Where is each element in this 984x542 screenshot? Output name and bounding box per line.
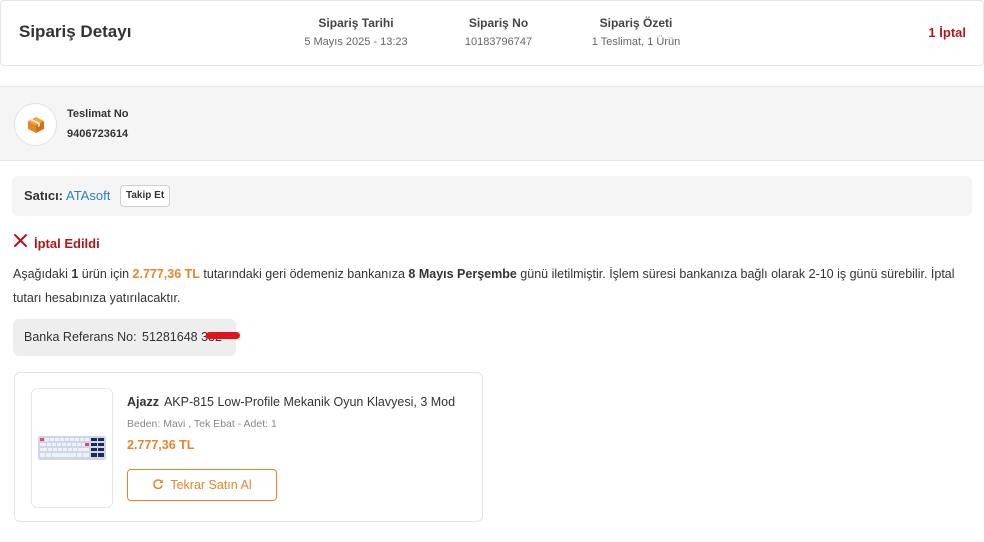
- product-variant: Beden: Mavi , Tek Ebat - Adet: 1: [127, 418, 277, 430]
- product-price: 2.777,36 TL: [127, 438, 195, 452]
- refund-date: 8 Mayıs Perşembe: [408, 267, 517, 281]
- close-x-icon: [13, 233, 28, 253]
- refund-text-part: tutarındaki geri ödemeniz bankanıza: [199, 267, 409, 281]
- buy-again-label: Tekrar Satın Al: [170, 478, 252, 492]
- bank-reference: Banka Referans No: 51281648 332: [13, 319, 240, 356]
- delivery-no-value: 9406723614: [67, 128, 129, 140]
- redaction-mark: [206, 332, 240, 339]
- order-number: Sipariş No 10183796747: [451, 16, 546, 48]
- order-date-label: Sipariş Tarihi: [318, 16, 394, 30]
- cancel-status: İptal Edildi: [13, 233, 100, 253]
- refund-text-part: ürün için: [78, 267, 133, 281]
- bank-ref-label: Banka Referans No:: [24, 330, 137, 344]
- follow-seller-button[interactable]: Takip Et: [120, 185, 171, 207]
- order-number-label: Sipariş No: [468, 16, 529, 30]
- product-brand: Ajazz: [127, 395, 159, 409]
- seller-label: Satıcı:: [24, 188, 64, 203]
- order-date: Sipariş Tarihi 5 Mayıs 2025 - 13:23: [291, 16, 421, 48]
- order-number-value: 10183796747: [464, 36, 533, 48]
- seller-bar: Satıcı: ATAsoft Takip Et: [12, 176, 972, 216]
- seller-name-link[interactable]: ATAsoft: [66, 188, 110, 203]
- buy-again-button[interactable]: Tekrar Satın Al: [127, 469, 277, 501]
- order-summary-value: 1 Teslimat, 1 Ürün: [591, 36, 681, 48]
- cancel-count-link[interactable]: 1 İptal: [928, 25, 966, 40]
- order-summary: Sipariş Özeti 1 Teslimat, 1 Ürün: [576, 16, 696, 48]
- keyboard-image: [38, 436, 106, 460]
- refresh-icon: [152, 478, 164, 493]
- product-title[interactable]: Ajazz AKP-815 Low-Profile Mekanik Oyun Kl…: [127, 395, 472, 409]
- delivery-no-label: Teslimat No: [67, 108, 129, 120]
- status-text: İptal Edildi: [34, 235, 100, 251]
- product-card: Ajazz AKP-815 Low-Profile Mekanik Oyun Kl…: [14, 372, 483, 522]
- product-name: AKP-815 Low-Profile Mekanik Oyun Klavyes…: [163, 395, 456, 409]
- order-date-value: 5 Mayıs 2025 - 13:23: [304, 36, 408, 48]
- package-box-icon: [14, 103, 57, 146]
- delivery-section: Teslimat No 9406723614: [0, 86, 984, 161]
- order-header: Sipariş Detayı Sipariş Tarihi 5 Mayıs 20…: [0, 0, 984, 66]
- refund-amount: 2.777,36 TL: [132, 267, 200, 281]
- page-title: Sipariş Detayı: [19, 22, 132, 41]
- refund-info-text: Aşağıdaki 1 ürün için 2.777,36 TL tutarı…: [13, 262, 973, 310]
- order-summary-label: Sipariş Özeti: [599, 16, 673, 30]
- refund-text-part: Aşağıdaki: [13, 267, 72, 281]
- product-image[interactable]: [31, 388, 113, 508]
